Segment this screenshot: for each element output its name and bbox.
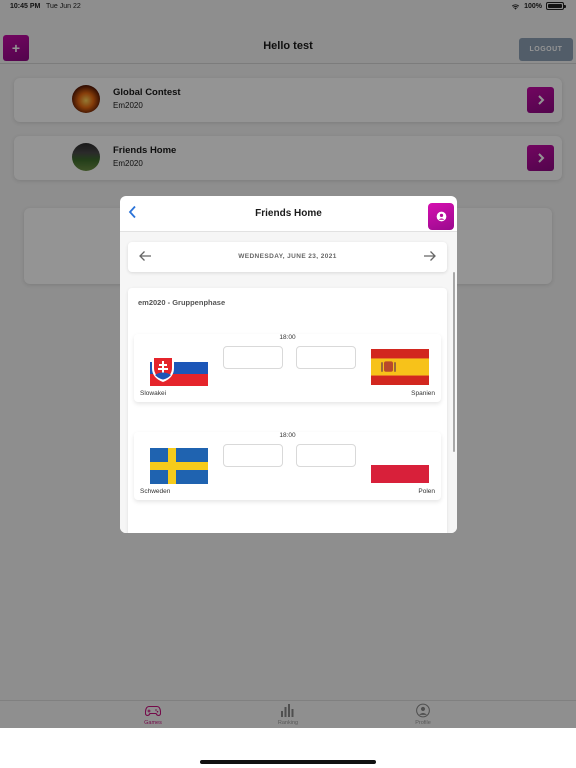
modal-header: Friends Home xyxy=(120,196,457,232)
spain-flag-icon xyxy=(371,349,429,385)
user-circle-icon xyxy=(436,211,446,222)
poland-flag-icon xyxy=(371,447,429,483)
home-indicator[interactable] xyxy=(200,760,376,764)
group-card: em2020 - Gruppenphase 18:00 Slowakei Spa… xyxy=(128,288,447,533)
members-button[interactable] xyxy=(428,203,454,230)
next-day-button[interactable] xyxy=(422,249,438,265)
modal-title: Friends Home xyxy=(255,208,322,219)
sweden-flag-icon xyxy=(150,448,208,484)
home-score-input[interactable] xyxy=(223,346,283,369)
scrollbar[interactable] xyxy=(453,272,455,452)
match-time: 18:00 xyxy=(279,432,296,439)
arrow-right-icon xyxy=(424,251,436,261)
slovakia-flag-icon xyxy=(150,350,208,386)
home-team-name: Slowakei xyxy=(140,390,167,397)
away-team-name: Spanien xyxy=(411,390,435,397)
match-time: 18:00 xyxy=(279,334,296,341)
matches-scroll-area[interactable]: WEDNESDAY, JUNE 23, 2021 em2020 - Gruppe… xyxy=(120,232,457,533)
group-title: em2020 - Gruppenphase xyxy=(138,298,226,307)
away-score-input[interactable] xyxy=(296,444,356,467)
date-navigator: WEDNESDAY, JUNE 23, 2021 xyxy=(128,242,447,272)
home-team-name: Schweden xyxy=(140,488,171,495)
contest-modal: Friends Home WEDNESDAY, JUNE 23, 2021 em… xyxy=(120,196,457,533)
match-card: 18:00 Slowakei Spanien xyxy=(134,334,441,402)
current-date: WEDNESDAY, JUNE 23, 2021 xyxy=(238,253,337,260)
away-score-input[interactable] xyxy=(296,346,356,369)
away-team-name: Polen xyxy=(418,488,435,495)
match-card: 18:00 Schweden Polen xyxy=(134,432,441,500)
home-score-input[interactable] xyxy=(223,444,283,467)
